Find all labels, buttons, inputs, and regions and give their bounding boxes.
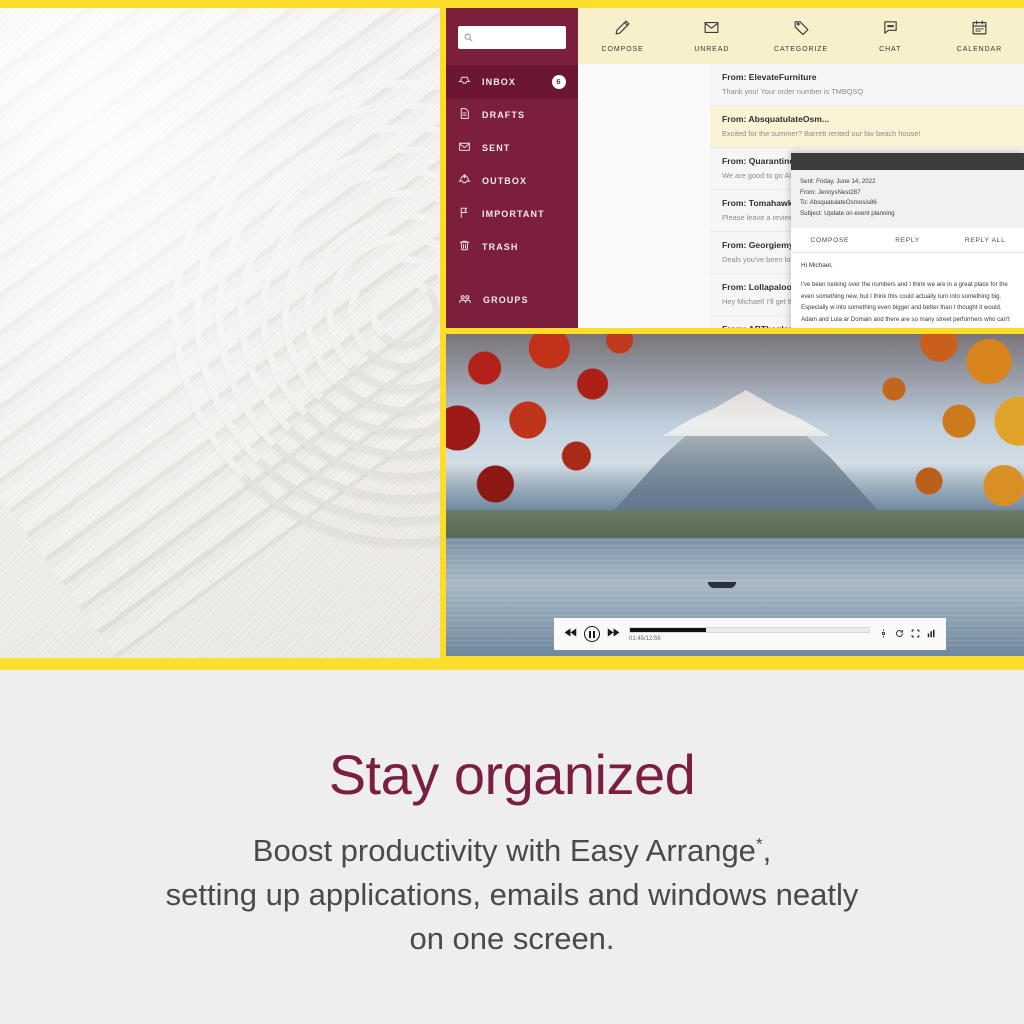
playback-time: 01:45/12:56	[629, 635, 661, 642]
sidebar-item-outbox[interactable]: OUTBOX	[446, 164, 578, 197]
inbox-unread-badge: 6	[552, 74, 566, 89]
video-player-controls[interactable]: 01:45/12:56	[554, 618, 946, 650]
caption-line-1-comma: ,	[762, 833, 772, 868]
caption-line-1-text: Boost productivity with Easy Arrange	[252, 833, 756, 868]
equalizer-icon[interactable]	[927, 625, 936, 643]
rewind-icon[interactable]	[564, 625, 578, 643]
tab-reply[interactable]: REPLY	[869, 228, 947, 252]
people-icon	[458, 292, 472, 308]
table-row[interactable]: From: AbsquatulateOsm... Excited for the…	[710, 106, 1024, 148]
photo-rowboat	[708, 582, 736, 588]
footnote-asterisk: *	[755, 834, 763, 854]
screen-frame-bottom	[0, 656, 1024, 670]
toolbar-label: COMPOSE	[601, 46, 644, 53]
caption-line-1: Boost productivity with Easy Arrange*,	[0, 829, 1024, 873]
sidebar-item-trash[interactable]: TRASH	[446, 230, 578, 263]
toolbar-button-calendar[interactable]: CALENDAR	[935, 19, 1024, 53]
email-from: From: AbsquatulateOsm...	[722, 114, 830, 124]
email-subject: Subject: Update on event planning	[800, 209, 895, 217]
email-from: From: ElevateFurniture	[722, 72, 817, 82]
email-sent-date: Sent: Friday, June 14, 2022	[800, 178, 876, 185]
toolbar-button-chat[interactable]: CHAT	[846, 19, 935, 53]
email-client-window: INBOX 6 DRAFTS SENT OUTBOX IMPORTANT TRA…	[446, 8, 1024, 328]
screen-frame-top	[0, 0, 1024, 8]
tab-compose[interactable]: COMPOSE	[791, 228, 869, 252]
player-option-icons	[879, 625, 936, 643]
search-icon	[464, 29, 473, 47]
toolbar-label: CALENDAR	[956, 46, 1003, 53]
monitor-screen: INBOX 6 DRAFTS SENT OUTBOX IMPORTANT TRA…	[0, 0, 1024, 670]
envelope-icon	[703, 19, 720, 41]
email-greeting: Hi Michael,	[801, 261, 833, 269]
sidebar-item-important[interactable]: IMPORTANT	[446, 197, 578, 230]
toolbar-label: CHAT	[879, 46, 902, 53]
trash-icon	[458, 239, 471, 254]
zen-sand-photo-panel	[0, 8, 440, 658]
inbox-icon	[458, 74, 471, 89]
caption-block: Stay organized Boost productivity with E…	[0, 670, 1024, 1024]
sidebar-item-label: OUTBOX	[482, 175, 528, 186]
tag-icon	[793, 19, 810, 41]
tab-reply-all[interactable]: REPLY ALL	[946, 228, 1024, 252]
toolbar-label: CATEGORIZE	[774, 46, 828, 53]
progress-area: 01:45/12:56	[629, 626, 870, 642]
caption-subtitle: Boost productivity with Easy Arrange*, s…	[0, 829, 1024, 961]
calendar-icon	[971, 19, 988, 41]
transport-buttons	[564, 625, 620, 643]
pause-icon[interactable]	[584, 626, 600, 642]
flag-icon	[458, 206, 471, 221]
sidebar-item-drafts[interactable]: DRAFTS	[446, 98, 578, 131]
email-recipient: To: AbsquatulateOsmosis86	[800, 199, 877, 207]
sidebar-item-label: SENT	[482, 142, 511, 153]
reading-pane-tabs: COMPOSE REPLY REPLY ALL	[791, 227, 1024, 253]
photo-red-maple-left	[446, 334, 706, 524]
sand-light-veil	[0, 8, 440, 658]
refresh-icon[interactable]	[895, 625, 904, 643]
email-headers: Sent: Friday, June 14, 2022 From: Jennys…	[791, 170, 1024, 228]
email-reading-pane: Sent: Friday, June 14, 2022 From: Jennys…	[791, 153, 1024, 328]
email-body-text: I've been looking over the numbers and I…	[801, 280, 1010, 324]
email-sender: From: JennysNest287	[800, 188, 861, 196]
sidebar-nav: INBOX 6 DRAFTS SENT OUTBOX IMPORTANT TRA…	[446, 65, 578, 316]
envelope-icon	[458, 140, 471, 155]
table-row[interactable]: From: ElevateFurniture Thank you! Your o…	[710, 64, 1024, 106]
draft-icon	[458, 107, 471, 122]
page-title: Stay organized	[328, 743, 696, 806]
chat-bubble-icon	[882, 19, 899, 41]
progress-fill	[630, 627, 707, 632]
fast-forward-icon[interactable]	[606, 625, 620, 643]
email-sidebar: INBOX 6 DRAFTS SENT OUTBOX IMPORTANT TRA…	[446, 8, 578, 328]
reading-pane-titlebar	[791, 153, 1024, 170]
email-toolbar: COMPOSE UNREAD CATEGORIZE CHAT CALENDAR	[578, 8, 1024, 64]
progress-bar[interactable]	[629, 626, 870, 633]
toolbar-button-compose[interactable]: COMPOSE	[578, 19, 667, 53]
sidebar-item-label: GROUPS	[483, 294, 529, 305]
settings-icon[interactable]	[879, 625, 888, 643]
sidebar-item-label: IMPORTANT	[482, 208, 545, 219]
photo-orange-maple-right	[794, 334, 1024, 550]
sidebar-item-groups[interactable]: GROUPS	[446, 283, 578, 316]
sidebar-item-inbox[interactable]: INBOX 6	[446, 65, 578, 98]
toolbar-button-categorize[interactable]: CATEGORIZE	[756, 19, 845, 53]
sidebar-item-label: TRASH	[482, 241, 519, 252]
pencil-icon	[614, 19, 631, 41]
search-box[interactable]	[458, 26, 566, 49]
toolbar-button-unread[interactable]: UNREAD	[667, 19, 756, 53]
search-input[interactable]	[478, 33, 560, 42]
email-body[interactable]: Hi Michael, I've been looking over the n…	[791, 253, 1024, 328]
caption-line-3: on one screen.	[409, 921, 615, 957]
outbox-icon	[458, 173, 471, 188]
sidebar-item-label: DRAFTS	[482, 109, 526, 120]
email-preview: Thank you! Your order number is TMBQSQ	[722, 87, 864, 96]
product-marketing-screenshot: INBOX 6 DRAFTS SENT OUTBOX IMPORTANT TRA…	[0, 0, 1024, 1024]
toolbar-label: UNREAD	[694, 46, 730, 53]
video-player-window: 01:45/12:56	[446, 334, 1024, 656]
email-preview: Excited for the summer? Barrett rented o…	[722, 129, 921, 138]
sidebar-item-label: INBOX	[482, 76, 517, 87]
fullscreen-icon[interactable]	[911, 625, 920, 643]
sidebar-item-sent[interactable]: SENT	[446, 131, 578, 164]
sidebar-search-wrap	[446, 8, 578, 49]
caption-line-2: setting up applications, emails and wind…	[165, 877, 859, 913]
